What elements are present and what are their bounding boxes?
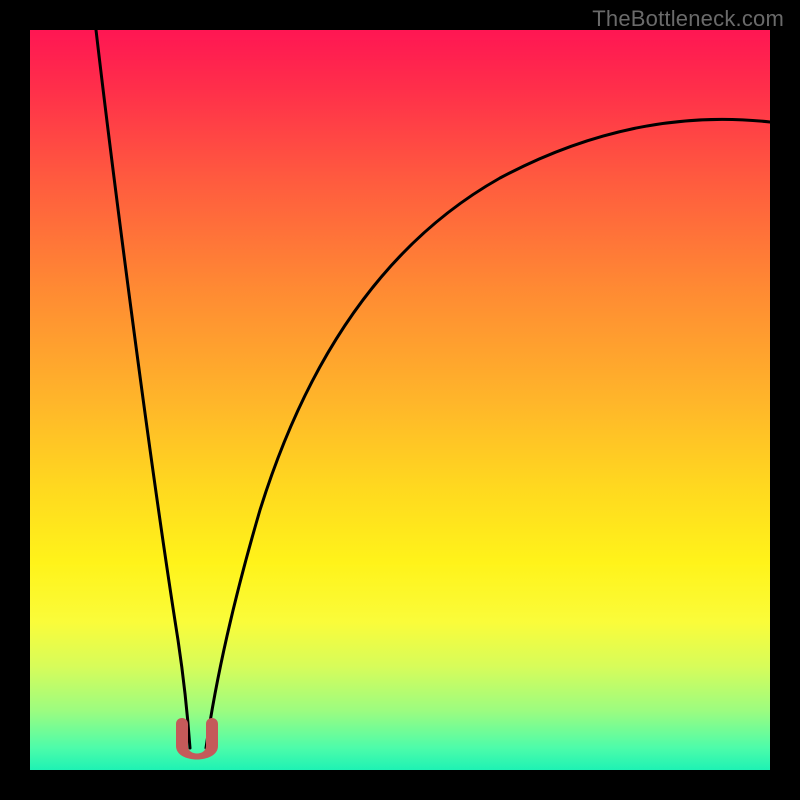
plot-area <box>30 30 770 770</box>
watermark-text: TheBottleneck.com <box>592 6 784 32</box>
curve-left-branch <box>96 30 190 748</box>
curve-svg <box>30 30 770 770</box>
curve-right-branch <box>206 119 770 748</box>
minimum-marker <box>176 718 218 760</box>
chart-frame: TheBottleneck.com <box>0 0 800 800</box>
